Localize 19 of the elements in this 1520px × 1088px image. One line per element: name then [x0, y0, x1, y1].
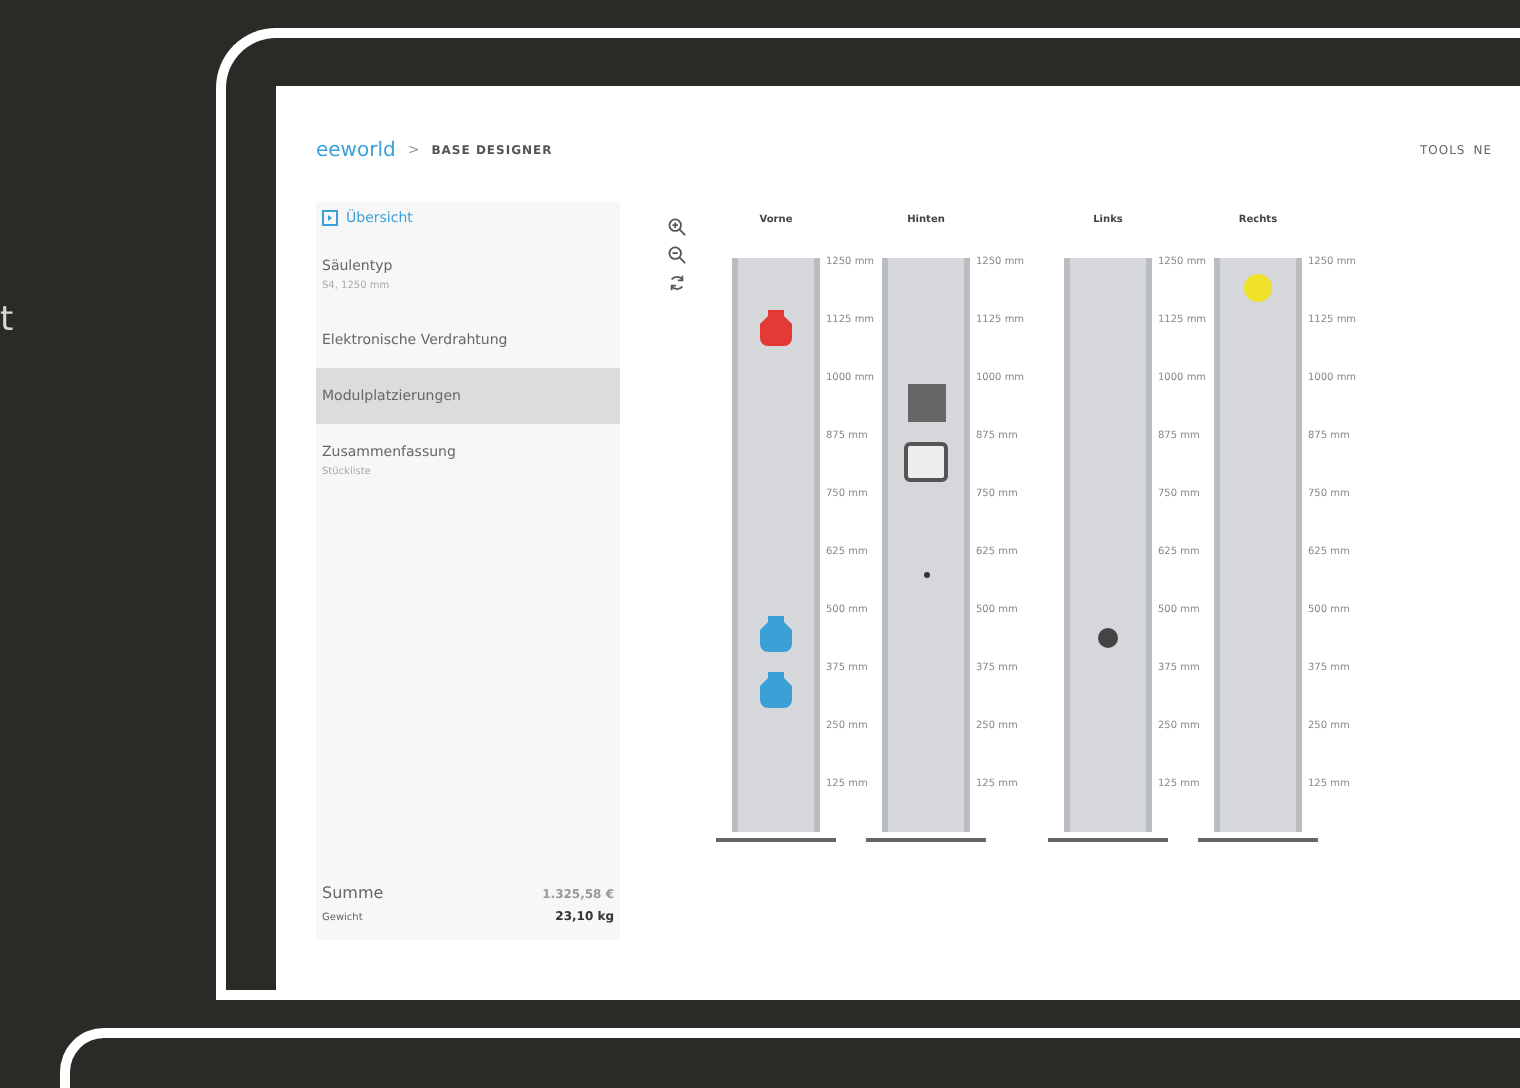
power-socket-icon: [758, 614, 794, 654]
ground-line: [1048, 838, 1168, 842]
power-socket-icon: [758, 670, 794, 710]
round-port-icon: [1098, 628, 1118, 648]
ground-line: [1198, 838, 1318, 842]
total-label: Summe: [322, 884, 384, 902]
outlet-box: [904, 442, 948, 482]
logo: eeworld: [316, 139, 396, 161]
dot-icon: [924, 572, 930, 578]
zoom-out-icon[interactable]: [667, 246, 685, 264]
grille-panel: [908, 384, 946, 422]
zoom-in-icon[interactable]: [667, 218, 685, 236]
ground-line: [866, 838, 986, 842]
ground-line: [716, 838, 836, 842]
power-socket-icon: [758, 308, 794, 348]
round-button-icon: [1244, 274, 1272, 302]
cut-text: t: [0, 300, 14, 340]
rotate-icon[interactable]: [667, 274, 685, 292]
expand-icon: [322, 210, 338, 226]
